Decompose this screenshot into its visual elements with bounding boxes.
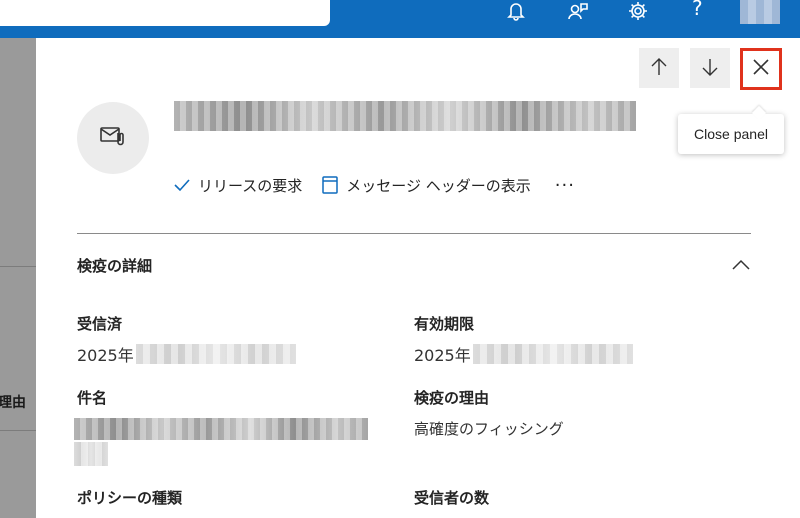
next-item-button[interactable]	[690, 48, 730, 88]
search-box[interactable]	[0, 0, 330, 26]
view-message-headers-label: メッセージ ヘッダーの表示	[346, 176, 531, 195]
release-request-label: リリースの要求	[198, 176, 303, 195]
subject-value-redacted	[74, 418, 368, 440]
received-value-text: 2025年	[77, 346, 134, 365]
received-value: 2025年	[77, 342, 296, 366]
chevron-up-icon[interactable]	[732, 256, 750, 275]
view-message-headers-button[interactable]: メッセージ ヘッダーの表示	[322, 175, 531, 196]
avatar[interactable]	[740, 0, 780, 24]
recipient-count-label: 受信者の数	[414, 489, 490, 507]
section-title: 検疫の詳細	[77, 257, 153, 275]
document-icon	[322, 176, 339, 194]
message-avatar	[77, 102, 149, 174]
gear-icon[interactable]	[626, 0, 650, 22]
quarantine-reason-value: 高確度のフィッシング	[414, 420, 564, 438]
redacted-date	[472, 344, 633, 364]
policy-type-label: ポリシーの種類	[77, 489, 183, 507]
bell-icon[interactable]	[504, 0, 528, 22]
expires-value: 2025年	[414, 342, 633, 366]
mail-attachment-icon	[100, 125, 126, 151]
checkmark-icon	[174, 179, 190, 192]
section-divider	[77, 233, 751, 234]
top-bar: ?	[0, 0, 800, 38]
redacted-date	[135, 344, 296, 364]
subject-label: 件名	[77, 389, 108, 407]
close-panel-tooltip: Close panel	[678, 114, 784, 154]
subject-value-redacted	[74, 442, 108, 466]
background-column-label: 理由	[0, 395, 26, 411]
quarantine-reason-label: 検疫の理由	[414, 389, 490, 407]
previous-item-button[interactable]	[639, 48, 679, 88]
more-options-button[interactable]: ···	[555, 175, 575, 196]
close-icon	[752, 58, 770, 80]
message-subject-redacted	[174, 101, 636, 131]
close-panel-button[interactable]	[740, 48, 782, 90]
detail-panel: Close panel リリースの要求 メッセージ ヘッダーの表示 ··· 検疫…	[36, 38, 800, 518]
help-icon[interactable]: ?	[692, 0, 703, 20]
release-request-button[interactable]: リリースの要求	[174, 175, 302, 196]
background-page: 理由	[0, 38, 36, 518]
received-label: 受信済	[77, 315, 123, 333]
arrow-up-icon	[649, 57, 669, 80]
expires-label: 有効期限	[414, 315, 475, 333]
expires-value-text: 2025年	[414, 346, 471, 365]
arrow-down-icon	[700, 57, 720, 80]
people-chat-icon[interactable]	[566, 0, 590, 22]
divider	[0, 266, 36, 267]
divider	[0, 430, 36, 431]
action-bar: リリースの要求 メッセージ ヘッダーの表示 ···	[174, 174, 575, 196]
